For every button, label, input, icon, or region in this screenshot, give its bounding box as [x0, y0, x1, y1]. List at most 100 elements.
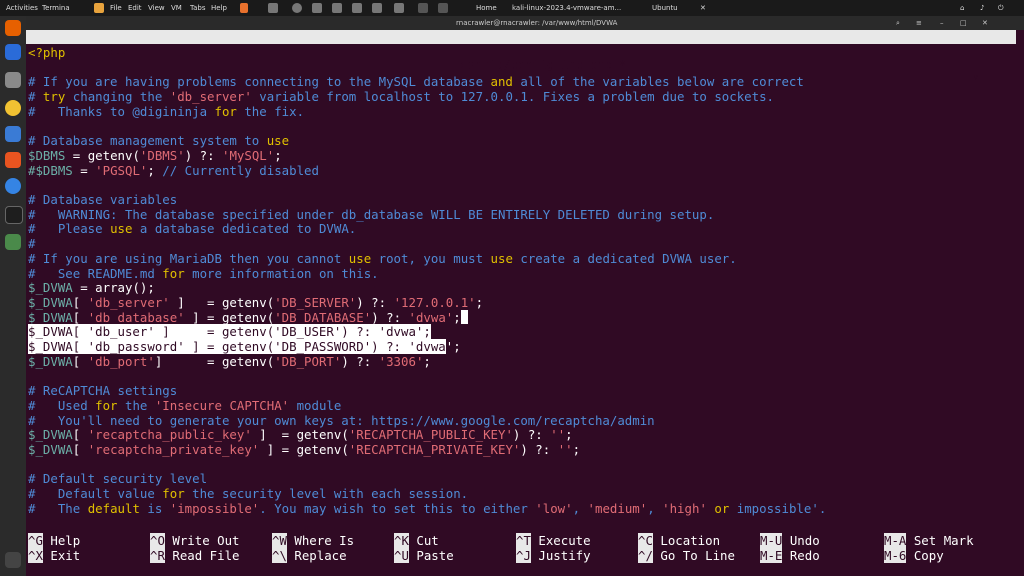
pause-icon[interactable] — [240, 3, 248, 13]
terminal-icon[interactable] — [418, 3, 428, 13]
volume-icon[interactable]: ♪ — [980, 0, 984, 16]
tab-ubuntu[interactable]: Ubuntu — [652, 0, 678, 16]
code-line[interactable]: $_DVWA[ 'db_password' ] = getenv('DB_PAS… — [28, 339, 461, 354]
search-icon[interactable]: ⌕ — [896, 16, 900, 30]
app-center-icon[interactable] — [5, 152, 21, 168]
code-token: 'high' — [662, 500, 707, 516]
maximize-icon[interactable]: □ — [960, 16, 967, 30]
thunderbird-icon[interactable] — [5, 44, 21, 60]
code-line[interactable]: $_DVWA[ 'db_database' ] = getenv('DB_DAT… — [28, 309, 468, 325]
menu-view[interactable]: View — [148, 0, 165, 16]
terminal-app-label[interactable]: Termina — [42, 0, 70, 16]
code-line[interactable]: # Default security level — [28, 471, 207, 486]
code-token: '127.0.0.1' — [393, 294, 476, 310]
shortcut-undo[interactable]: M-U Undo — [760, 533, 820, 548]
code-line[interactable]: $_DVWA[ 'db_server' ] = getenv('DB_SERVE… — [28, 295, 483, 310]
shortcut-write-out[interactable]: ^O Write Out — [150, 533, 240, 548]
code-token: impossible'. — [729, 500, 827, 516]
menu-vm[interactable]: VM — [171, 0, 182, 16]
send-keys-icon[interactable] — [268, 3, 278, 13]
shortcut-paste[interactable]: ^U Paste — [394, 548, 454, 563]
rhythmbox-icon[interactable] — [5, 100, 21, 116]
library-icon[interactable] — [438, 3, 448, 13]
code-line[interactable]: # WARNING: The database specified under … — [28, 207, 714, 222]
code-line[interactable]: #$DBMS = 'PGSQL'; // Currently disabled — [28, 163, 319, 178]
code-token: # WARNING: The database specified under … — [28, 206, 715, 222]
code-line[interactable]: <?php — [28, 45, 65, 60]
shortcut-where-is[interactable]: ^W Where Is — [272, 533, 354, 548]
code-line[interactable]: $_DVWA[ 'recaptcha_public_key' ] = geten… — [28, 427, 573, 442]
menu-help[interactable]: Help — [211, 0, 227, 16]
code-line[interactable]: $DBMS = getenv('DBMS') ?: 'MySQL'; — [28, 148, 282, 163]
code-line[interactable]: # If you are having problems connecting … — [28, 74, 804, 89]
activities-button[interactable]: Activities — [6, 0, 38, 16]
shortcut-cut[interactable]: ^K Cut — [394, 533, 439, 548]
shortcut-set-mark[interactable]: M-A Set Mark — [884, 533, 974, 548]
fullscreen-icon[interactable] — [352, 3, 362, 13]
code-line[interactable]: # Database management system to use — [28, 133, 289, 148]
code-line[interactable]: # If you are using MariaDB then you cann… — [28, 251, 737, 266]
console-view-icon[interactable] — [394, 3, 404, 13]
apps-grid-icon[interactable] — [5, 552, 21, 568]
code-token: # Used — [28, 397, 96, 413]
code-token: <?php — [28, 45, 66, 60]
code-line[interactable]: # You'll need to generate your own keys … — [28, 413, 655, 428]
unity-icon[interactable] — [372, 3, 382, 13]
code-token: 'impossible' — [169, 500, 260, 516]
terminal-icon[interactable] — [5, 206, 23, 224]
code-line[interactable]: # Used for the 'Insecure CAPTCHA' module — [28, 398, 341, 413]
shortcut-replace[interactable]: ^\ Replace — [272, 548, 347, 563]
shortcut-help[interactable]: ^G Help — [28, 533, 80, 548]
files-icon[interactable] — [5, 72, 21, 88]
code-line[interactable]: # Default value for the security level w… — [28, 486, 468, 501]
tab-home[interactable]: Home — [476, 0, 497, 16]
code-line[interactable]: # try changing the 'db_server' variable … — [28, 89, 774, 104]
code-token: # See README.md — [28, 265, 163, 281]
shortcut-key: ^/ — [638, 548, 653, 563]
code-line[interactable]: # — [28, 236, 35, 251]
code-token: [ — [72, 441, 88, 457]
menu-icon[interactable]: ≡ — [916, 16, 922, 30]
code-token: 'DBMS' — [139, 147, 185, 163]
menu-file[interactable]: File — [110, 0, 122, 16]
code-line[interactable]: $_DVWA[ 'db_port'] = getenv('DB_PORT') ?… — [28, 354, 431, 369]
revert-icon[interactable] — [312, 3, 322, 13]
shortcut-key: ^O — [150, 533, 165, 548]
minimize-icon[interactable]: – — [940, 16, 944, 30]
code-line[interactable]: $_DVWA = array(); — [28, 280, 155, 295]
trash-icon[interactable] — [5, 234, 21, 250]
code-line[interactable]: # ReCAPTCHA settings — [28, 383, 177, 398]
help-icon[interactable] — [5, 178, 21, 194]
code-line[interactable]: # See README.md for more information on … — [28, 266, 379, 281]
shortcut-exit[interactable]: ^X Exit — [28, 548, 80, 563]
code-line[interactable]: $_DVWA[ 'db_user' ] = getenv('DB_USER') … — [28, 324, 431, 340]
vmware-icon[interactable] — [94, 3, 104, 13]
shortcut-copy[interactable]: M-6 Copy — [884, 548, 944, 563]
code-token: ) ?: — [356, 294, 394, 310]
shortcut-justify[interactable]: ^J Justify — [516, 548, 591, 563]
window-close-icon[interactable]: ✕ — [982, 16, 988, 30]
shortcut-label: Paste — [408, 548, 454, 563]
menu-edit[interactable]: Edit — [128, 0, 142, 16]
tab-kali-linux[interactable]: kali-linux-2023.4-vmware-am... — [512, 0, 621, 16]
snapshot-icon[interactable] — [292, 3, 302, 13]
code-line[interactable]: # The default is 'impossible'. You may w… — [28, 501, 826, 516]
code-token: # ReCAPTCHA settings — [28, 383, 178, 399]
shortcut-location[interactable]: ^C Location — [638, 533, 720, 548]
code-line[interactable]: # Please use a database dedicated to DVW… — [28, 221, 356, 236]
code-line[interactable]: # Database variables — [28, 192, 177, 207]
shortcut-read-file[interactable]: ^R Read File — [150, 548, 240, 563]
menu-tabs[interactable]: Tabs — [190, 0, 206, 16]
close-icon[interactable]: ✕ — [700, 0, 706, 16]
manage-snapshots-icon[interactable] — [332, 3, 342, 13]
power-icon[interactable]: ⏻ — [998, 0, 1004, 16]
shortcut-go-to-line[interactable]: ^/ Go To Line — [638, 548, 735, 563]
code-token: the fix. — [236, 103, 305, 119]
writer-icon[interactable] — [5, 126, 21, 142]
firefox-icon[interactable] — [5, 20, 21, 36]
shortcut-execute[interactable]: ^T Execute — [516, 533, 591, 548]
shortcut-redo[interactable]: M-E Redo — [760, 548, 820, 563]
code-line[interactable]: # Thanks to @digininja for the fix. — [28, 104, 304, 119]
network-icon[interactable]: ⌂ — [960, 0, 964, 16]
code-line[interactable]: $_DVWA[ 'recaptcha_private_key' ] = gete… — [28, 442, 580, 457]
